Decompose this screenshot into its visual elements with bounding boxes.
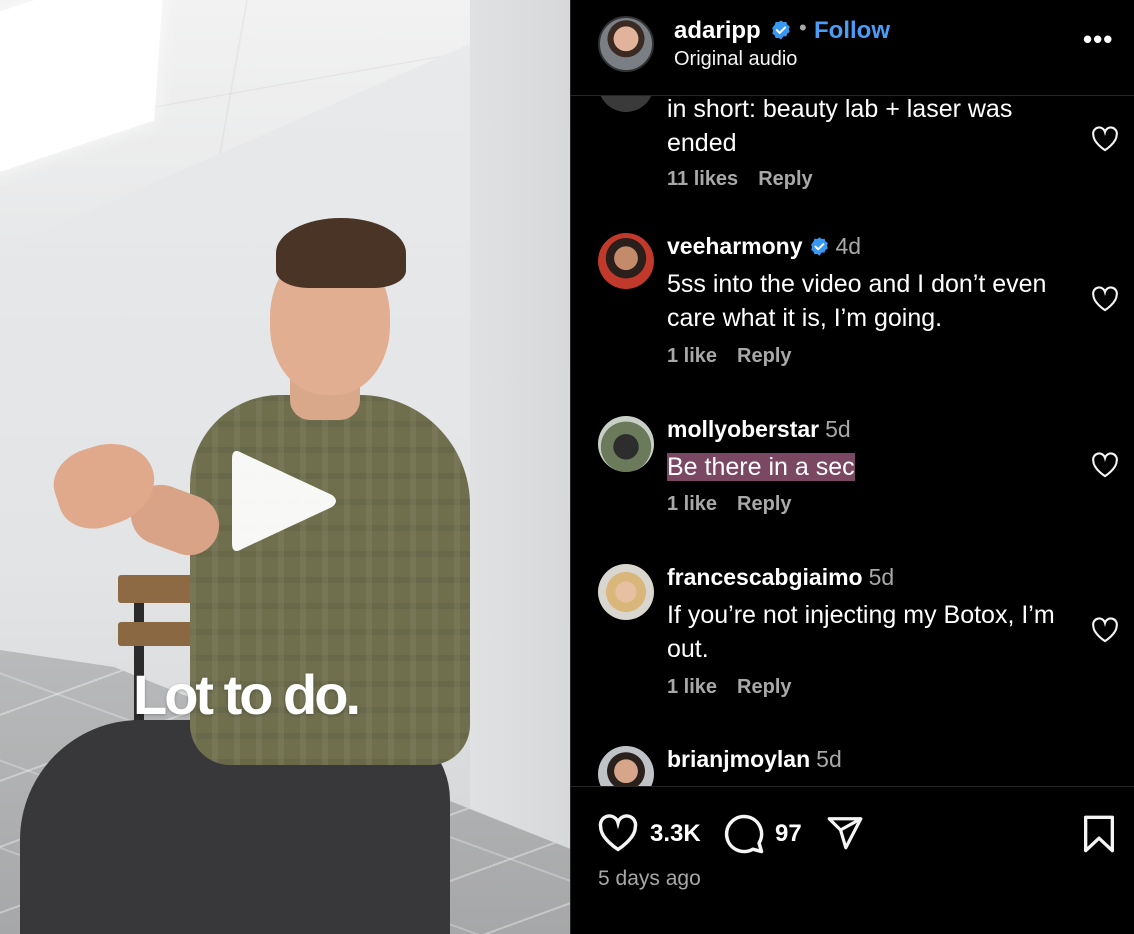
comment-meta: 1 like Reply [667, 345, 792, 368]
post-timestamp: 5 days ago [598, 867, 701, 890]
reel-video[interactable]: Lot to do. [0, 0, 570, 934]
comment-time: 5d [868, 564, 895, 590]
post-actions: 3.3K 97 5 days ago [571, 786, 1134, 934]
header-separator: • [799, 15, 807, 40]
video-caption: Lot to do. [133, 663, 361, 726]
comment-meta: 1 like Reply [667, 493, 792, 516]
comment-likes[interactable]: 1 like [667, 493, 717, 515]
verified-badge-icon [772, 20, 790, 40]
reply-button[interactable]: Reply [737, 676, 791, 698]
comment-text: in short: beauty lab + laser was ended [667, 96, 1013, 157]
comment-likes[interactable]: 1 like [667, 676, 717, 698]
commenter-avatar[interactable] [598, 96, 654, 112]
audio-link[interactable]: Original audio [674, 48, 797, 71]
comment-text: 5ss into the video and I don’t even care… [667, 270, 1047, 332]
heart-icon[interactable] [1091, 452, 1119, 478]
comments-list[interactable]: in short: beauty lab + laser was ended 1… [571, 96, 1134, 786]
comment-meta: 1 like Reply [667, 676, 792, 699]
heart-icon[interactable] [1091, 617, 1119, 643]
bookmark-icon[interactable] [1082, 814, 1116, 854]
commenter-username[interactable]: brianjmoylan 5d [667, 746, 842, 773]
commenter-avatar[interactable] [598, 564, 654, 620]
commenter-avatar[interactable] [598, 416, 654, 472]
author-username[interactable]: adaripp [674, 17, 761, 45]
comment-text: Be there in a sec [667, 450, 1077, 484]
comment-count[interactable]: 97 [775, 820, 802, 848]
comment-text-highlight: Be there in a sec [667, 453, 855, 481]
commenter-username[interactable]: mollyoberstar 5d [667, 416, 851, 443]
play-icon[interactable] [228, 443, 340, 559]
commenter-username[interactable]: veeharmony 4d [667, 233, 861, 260]
comment-text: If you’re not injecting my Botox, I’m ou… [667, 601, 1055, 663]
video-person-hair [276, 218, 406, 288]
share-paper-plane-icon[interactable] [825, 814, 865, 852]
video-wall [470, 0, 570, 934]
comment-time: 5d [816, 746, 842, 772]
comment-time: 4d [835, 233, 862, 259]
more-icon[interactable]: ••• [1083, 24, 1113, 55]
commenter-username[interactable]: francescabgiaimo 5d [667, 564, 894, 591]
comment-likes[interactable]: 1 like [667, 345, 717, 367]
reply-button[interactable]: Reply [737, 345, 791, 367]
reply-button[interactable]: Reply [737, 493, 791, 515]
heart-icon[interactable] [1091, 126, 1119, 152]
side-panel: adaripp • Follow Original audio ••• in s… [570, 0, 1134, 934]
author-avatar[interactable] [598, 16, 654, 72]
comment-time: 5d [825, 416, 851, 442]
post-header: adaripp • Follow Original audio ••• [571, 0, 1134, 96]
commenter-avatar[interactable] [598, 746, 654, 786]
comment-likes[interactable]: 11 likes [667, 168, 738, 190]
comment-meta: 11 likes Reply [667, 168, 813, 191]
reply-button[interactable]: Reply [758, 168, 812, 190]
like-heart-icon[interactable] [597, 814, 639, 852]
commenter-avatar[interactable] [598, 233, 654, 289]
comment-bubble-icon[interactable] [723, 813, 765, 855]
follow-button[interactable]: Follow [814, 17, 890, 45]
like-count[interactable]: 3.3K [650, 820, 701, 848]
verified-badge-icon [810, 237, 828, 256]
heart-icon[interactable] [1091, 286, 1119, 312]
